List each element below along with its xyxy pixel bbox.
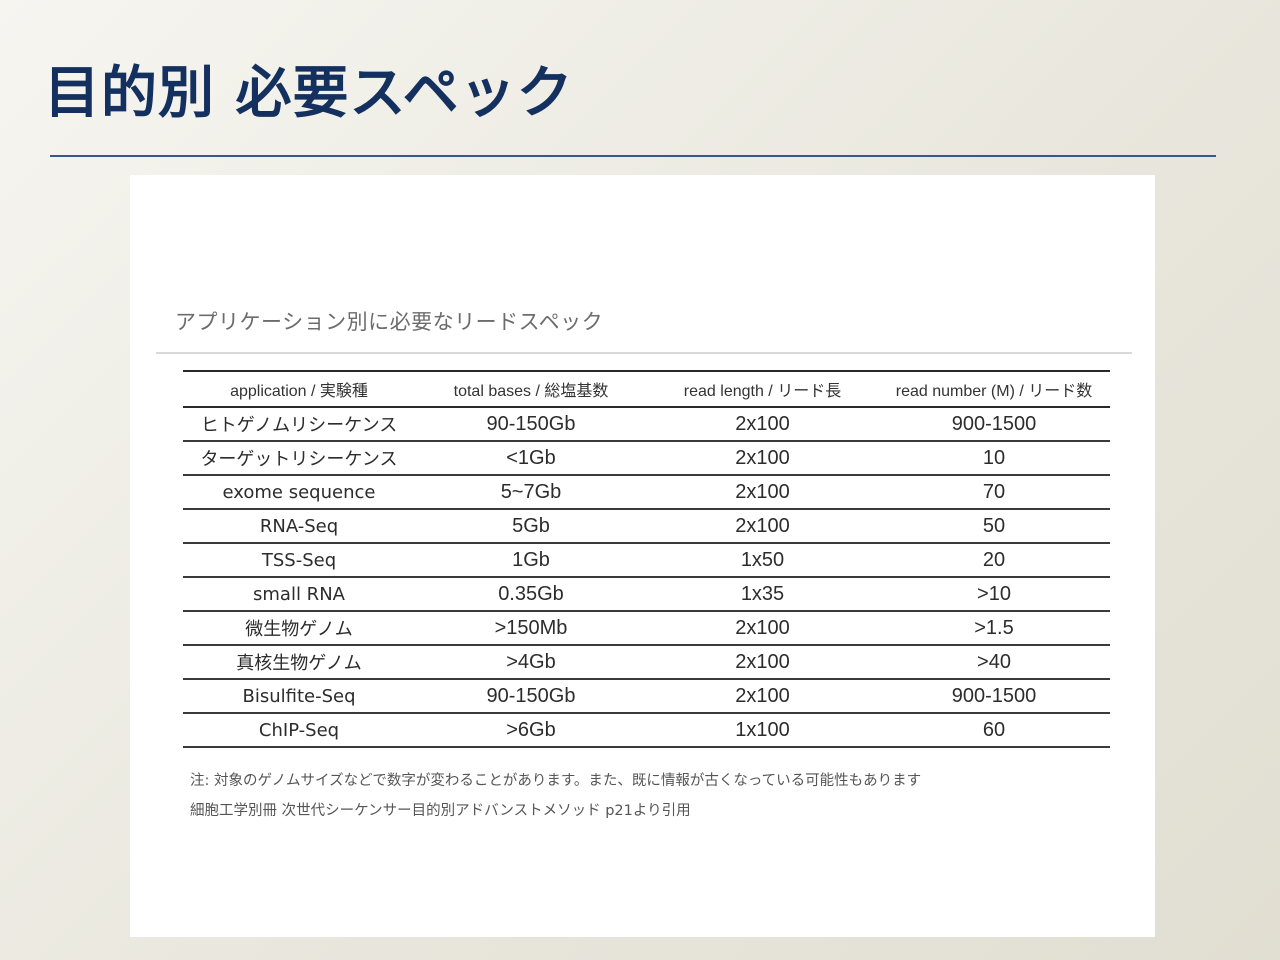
cell-read-number: >40 bbox=[878, 645, 1110, 680]
cell-read-length: 2x100 bbox=[647, 407, 878, 442]
cell-read-length: 1x100 bbox=[647, 713, 878, 748]
cell-application: ヒトゲノムリシーケンス bbox=[183, 407, 415, 442]
cell-total-bases: 0.35Gb bbox=[415, 577, 647, 612]
cell-application: exome sequence bbox=[183, 475, 415, 510]
header-read-length: read length / リード長 bbox=[683, 383, 842, 400]
caption-divider bbox=[156, 352, 1132, 354]
table-row: TSS-Seq 1Gb 1x50 20 bbox=[183, 543, 1110, 578]
spec-table: application / 実験種 total bases / 総塩基数 rea… bbox=[183, 370, 1110, 748]
cell-read-length: 1x50 bbox=[647, 543, 878, 578]
table-row: small RNA 0.35Gb 1x35 >10 bbox=[183, 577, 1110, 612]
header-application: application / 実験種 bbox=[230, 383, 368, 400]
cell-total-bases: 90-150Gb bbox=[415, 407, 647, 442]
table-row: RNA-Seq 5Gb 2x100 50 bbox=[183, 509, 1110, 544]
cell-application: 微生物ゲノム bbox=[183, 611, 415, 646]
source-citation: 細胞工学別冊 次世代シーケンサー目的別アドバンストメソッド p21より引用 bbox=[190, 803, 691, 819]
cell-total-bases: 1Gb bbox=[415, 543, 647, 578]
cell-read-number: 60 bbox=[878, 713, 1110, 748]
cell-application: 真核生物ゲノム bbox=[183, 645, 415, 680]
table-row: ヒトゲノムリシーケンス 90-150Gb 2x100 900-1500 bbox=[183, 407, 1110, 442]
cell-application: RNA-Seq bbox=[183, 509, 415, 544]
table-row: Bisulfite-Seq 90-150Gb 2x100 900-1500 bbox=[183, 679, 1110, 714]
cell-total-bases: 5Gb bbox=[415, 509, 647, 544]
cell-total-bases: <1Gb bbox=[415, 441, 647, 476]
table-row: 微生物ゲノム >150Mb 2x100 >1.5 bbox=[183, 611, 1110, 646]
cell-read-number: 900-1500 bbox=[878, 679, 1110, 714]
table-row: exome sequence 5~7Gb 2x100 70 bbox=[183, 475, 1110, 510]
cell-read-length: 1x35 bbox=[647, 577, 878, 612]
cell-application: ターゲットリシーケンス bbox=[183, 441, 415, 476]
cell-read-number: >10 bbox=[878, 577, 1110, 612]
cell-read-length: 2x100 bbox=[647, 441, 878, 476]
table-row: ターゲットリシーケンス <1Gb 2x100 10 bbox=[183, 441, 1110, 476]
table-row: ChIP-Seq >6Gb 1x100 60 bbox=[183, 713, 1110, 748]
cell-application: Bisulfite-Seq bbox=[183, 679, 415, 714]
cell-total-bases: >4Gb bbox=[415, 645, 647, 680]
cell-read-length: 2x100 bbox=[647, 611, 878, 646]
cell-read-number: 900-1500 bbox=[878, 407, 1110, 442]
cell-total-bases: 90-150Gb bbox=[415, 679, 647, 714]
cell-read-number: 50 bbox=[878, 509, 1110, 544]
cell-application: small RNA bbox=[183, 577, 415, 612]
table-footnote: 注: 対象のゲノムサイズなどで数字が変わることがあります。また、既に情報が古くな… bbox=[190, 773, 922, 789]
cell-total-bases: >6Gb bbox=[415, 713, 647, 748]
cell-read-length: 2x100 bbox=[647, 475, 878, 510]
cell-application: ChIP-Seq bbox=[183, 713, 415, 748]
cell-read-number: 20 bbox=[878, 543, 1110, 578]
table-row: 真核生物ゲノム >4Gb 2x100 >40 bbox=[183, 645, 1110, 680]
cell-read-length: 2x100 bbox=[647, 645, 878, 680]
header-total-bases: total bases / 総塩基数 bbox=[453, 383, 609, 400]
cell-read-length: 2x100 bbox=[647, 509, 878, 544]
slide-title: 目的別 必要スペック bbox=[44, 61, 574, 126]
cell-read-number: >1.5 bbox=[878, 611, 1110, 646]
title-divider bbox=[50, 155, 1216, 157]
figure-caption: アプリケーション別に必要なリードスペック bbox=[175, 310, 604, 334]
cell-application: TSS-Seq bbox=[183, 543, 415, 578]
cell-total-bases: >150Mb bbox=[415, 611, 647, 646]
cell-total-bases: 5~7Gb bbox=[415, 475, 647, 510]
header-read-number: read number (M) / リード数 bbox=[895, 383, 1093, 400]
cell-read-number: 10 bbox=[878, 441, 1110, 476]
figure-panel: アプリケーション別に必要なリードスペック application / 実験種 t… bbox=[130, 175, 1155, 937]
table-header-row: application / 実験種 total bases / 総塩基数 rea… bbox=[183, 371, 1110, 407]
cell-read-number: 70 bbox=[878, 475, 1110, 510]
cell-read-length: 2x100 bbox=[647, 679, 878, 714]
